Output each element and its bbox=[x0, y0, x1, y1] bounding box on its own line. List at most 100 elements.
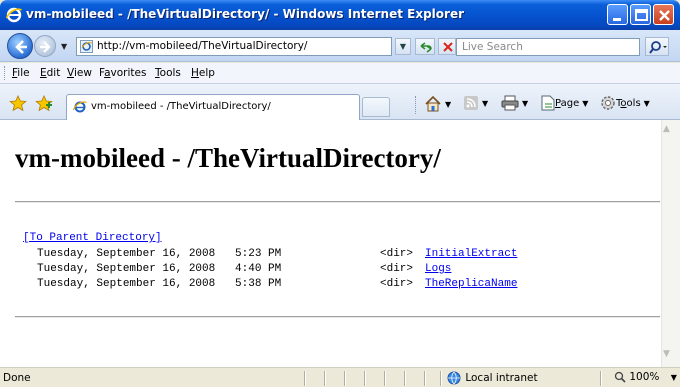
tab-toolbar: vm-mobileed - /TheVirtualDirectory/ ▼ ▼ … bbox=[0, 84, 680, 120]
title-bar: vm-mobileed - /TheVirtualDirectory/ - Wi… bbox=[0, 0, 680, 30]
recent-pages-dropdown[interactable]: ▼ bbox=[61, 42, 67, 51]
menu-help-rest: elp bbox=[198, 67, 215, 79]
menu-edit-rest: dit bbox=[46, 67, 61, 79]
status-bar: Done Local intranet 100% ▼ bbox=[0, 367, 680, 387]
vertical-scrollbar[interactable] bbox=[661, 120, 680, 367]
print-button[interactable]: ▼ bbox=[501, 95, 528, 113]
search-placeholder: Live Search bbox=[462, 41, 523, 53]
status-separator bbox=[384, 371, 386, 386]
menu-tools-rest: ools bbox=[159, 67, 181, 79]
address-url: http://vm-mobileed/TheVirtualDirectory/ bbox=[97, 40, 308, 52]
toolbar-grip bbox=[415, 96, 416, 114]
add-favorites-icon[interactable] bbox=[35, 95, 53, 112]
maximize-icon bbox=[635, 9, 648, 21]
entry-date-text: Tuesday, September 16, 2008 bbox=[37, 263, 216, 275]
entry-date: Tuesday, September 16, 2008 4:40 PM bbox=[37, 263, 281, 275]
status-separator bbox=[600, 371, 602, 386]
address-toolbar: ▼ http://vm-mobileed/TheVirtualDirectory… bbox=[0, 30, 680, 62]
toolbar-grip bbox=[4, 66, 6, 80]
status-separator bbox=[440, 371, 442, 386]
page-menu-button[interactable]: Page ▼ bbox=[541, 95, 588, 113]
home-button[interactable]: ▼ bbox=[424, 95, 451, 113]
entry-time: 5:23 PM bbox=[235, 248, 282, 260]
menu-favorites-rest: vorites bbox=[110, 67, 147, 79]
menu-help-accel: H bbox=[191, 67, 199, 79]
home-icon bbox=[425, 95, 441, 112]
menu-bar: File Edit View Favorites Tools Help bbox=[0, 63, 680, 84]
entry-time: 5:38 PM bbox=[235, 278, 282, 290]
status-separator bbox=[424, 371, 426, 386]
menu-view-rest: iew bbox=[73, 67, 92, 79]
status-separator bbox=[364, 371, 366, 386]
search-icon bbox=[649, 41, 667, 54]
rss-feed-icon bbox=[464, 96, 478, 110]
divider bbox=[15, 201, 660, 203]
security-zone[interactable]: Local intranet bbox=[446, 371, 538, 385]
entry-link-thereplicaname[interactable]: TheReplicaName bbox=[425, 278, 517, 290]
back-button[interactable] bbox=[7, 33, 33, 59]
search-input[interactable]: Live Search bbox=[456, 38, 640, 56]
menu-edit[interactable]: Edit bbox=[40, 67, 60, 79]
minimize-icon bbox=[613, 18, 621, 21]
maximize-button[interactable] bbox=[630, 4, 651, 25]
window-title: vm-mobileed - /TheVirtualDirectory/ - Wi… bbox=[26, 7, 464, 21]
search-button[interactable] bbox=[645, 37, 669, 56]
menu-file-rest: ile bbox=[17, 67, 30, 79]
forward-button[interactable] bbox=[34, 35, 56, 57]
zone-label: Local intranet bbox=[465, 372, 538, 384]
status-text: Done bbox=[3, 372, 31, 384]
tab-current-page[interactable]: vm-mobileed - /TheVirtualDirectory/ bbox=[66, 94, 360, 120]
scroll-up-icon[interactable]: ▲ bbox=[663, 124, 670, 134]
address-field[interactable]: http://vm-mobileed/TheVirtualDirectory/ bbox=[76, 37, 392, 56]
menu-tools[interactable]: Tools bbox=[155, 67, 181, 79]
status-separator bbox=[404, 371, 406, 386]
arrow-left-icon bbox=[15, 40, 27, 54]
ie-logo-icon bbox=[6, 7, 22, 23]
page-menu-rest: age bbox=[560, 98, 580, 109]
entry-date-text: Tuesday, September 16, 2008 bbox=[37, 248, 216, 260]
entry-time: 4:40 PM bbox=[235, 263, 282, 275]
zoom-magnifier-icon bbox=[614, 371, 626, 383]
menu-file[interactable]: File bbox=[12, 67, 30, 79]
parent-directory-link[interactable]: [To Parent Directory] bbox=[23, 232, 162, 244]
close-icon bbox=[659, 10, 670, 21]
refresh-button[interactable] bbox=[415, 38, 435, 55]
gear-icon bbox=[601, 96, 615, 110]
printer-icon bbox=[501, 95, 519, 111]
close-button[interactable] bbox=[653, 4, 674, 25]
arrow-right-icon bbox=[40, 41, 51, 53]
minimize-button[interactable] bbox=[607, 4, 628, 25]
entry-link-initialextract[interactable]: InitialExtract bbox=[425, 248, 517, 260]
stop-button[interactable] bbox=[438, 38, 456, 55]
entry-date-text: Tuesday, September 16, 2008 bbox=[37, 278, 216, 290]
menu-favorites[interactable]: Favorites bbox=[99, 67, 146, 79]
menu-help[interactable]: Help bbox=[191, 67, 215, 79]
ie-page-icon bbox=[80, 40, 93, 53]
entry-date: Tuesday, September 16, 2008 5:38 PM bbox=[37, 278, 281, 290]
status-separator bbox=[304, 371, 306, 386]
zoom-level: 100% bbox=[629, 371, 660, 383]
entry-type: <dir> bbox=[380, 263, 414, 275]
tools-menu-button[interactable]: Tools ▼ bbox=[600, 95, 650, 113]
new-tab-button[interactable] bbox=[362, 97, 390, 117]
entry-type: <dir> bbox=[380, 278, 414, 290]
status-separator bbox=[324, 371, 326, 386]
stop-icon bbox=[443, 42, 453, 52]
status-separator bbox=[344, 371, 346, 386]
menu-edit-accel: E bbox=[40, 67, 47, 79]
page-heading: vm-mobileed - /TheVirtualDirectory/ bbox=[15, 143, 441, 173]
zoom-control[interactable]: 100% ▼ bbox=[614, 371, 677, 383]
address-dropdown-button[interactable]: ▼ bbox=[395, 38, 411, 55]
scroll-down-icon[interactable]: ▼ bbox=[663, 349, 670, 359]
menu-view-accel: V bbox=[67, 67, 74, 79]
feeds-button[interactable]: ▼ bbox=[463, 95, 488, 113]
entry-link-logs[interactable]: Logs bbox=[425, 263, 451, 275]
zoom-dropdown-icon: ▼ bbox=[670, 373, 677, 382]
refresh-icon bbox=[420, 42, 432, 53]
menu-view[interactable]: View bbox=[67, 67, 92, 79]
favorites-star-icon[interactable] bbox=[9, 95, 27, 112]
intranet-icon bbox=[447, 371, 461, 385]
tab-label: vm-mobileed - /TheVirtualDirectory/ bbox=[91, 101, 271, 112]
divider bbox=[15, 316, 660, 318]
entry-type: <dir> bbox=[380, 248, 414, 260]
